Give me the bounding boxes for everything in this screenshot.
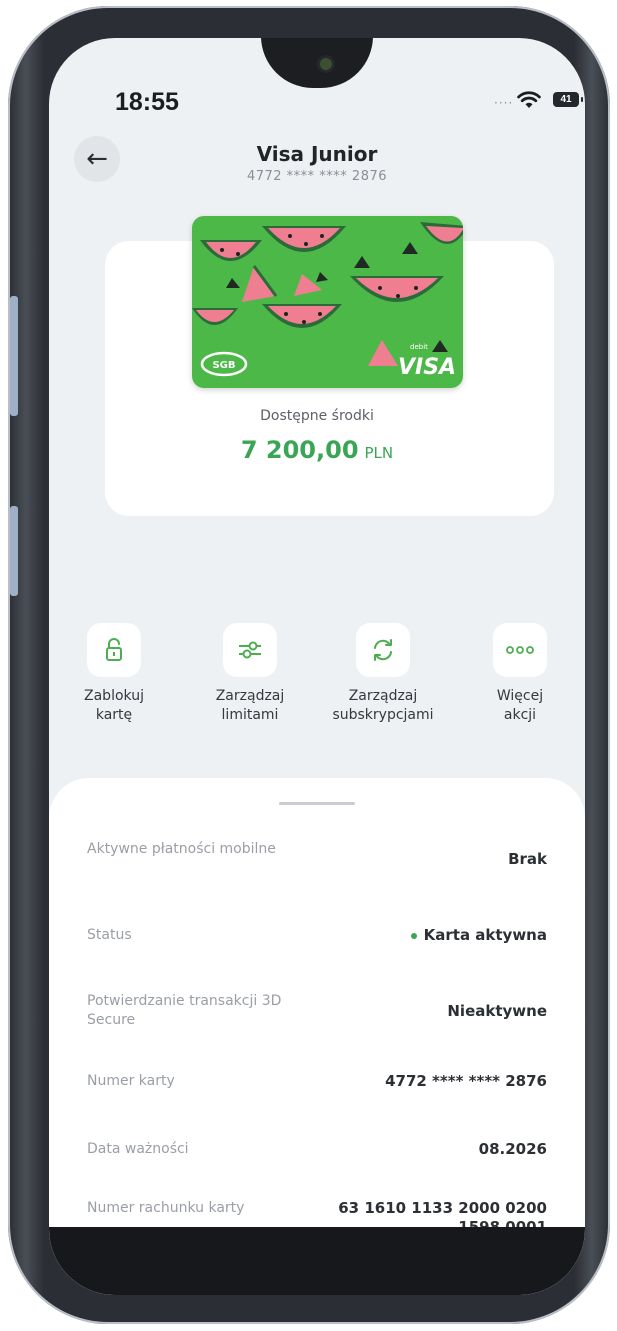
sheet-grabber[interactable] xyxy=(279,802,355,805)
card-image[interactable]: SGB debit VISA xyxy=(192,216,463,388)
power-button xyxy=(10,506,18,596)
detail-value: 08.2026 xyxy=(478,1140,547,1158)
status-time: 18:55 xyxy=(115,88,179,116)
balance-currency: PLN xyxy=(364,444,394,462)
balance-label: Dostępne środki xyxy=(260,408,374,424)
watermelon-card-art: SGB debit VISA xyxy=(192,216,463,388)
status-value: Karta aktywna xyxy=(423,926,547,944)
page-title: Visa Junior xyxy=(256,142,378,166)
detail-value: 63 1610 1133 2000 0200 1598 0001 xyxy=(338,1199,547,1229)
volume-button xyxy=(10,296,18,416)
balance-amount: 7 200,00 xyxy=(240,436,359,464)
action-label-line: Zablokuj xyxy=(84,688,144,704)
card-number-subtitle: 4772 **** **** 2876 xyxy=(246,169,388,184)
phone-frame: 18:55 ···· 41 ← Visa Junior 4772 **** **… xyxy=(8,6,610,1324)
status-dot-icon xyxy=(410,932,417,939)
more-dots-icon xyxy=(506,646,534,654)
manage-limits-button[interactable]: Zarządzaj limitami xyxy=(183,623,317,725)
detail-label: Numer karty xyxy=(87,1073,175,1089)
home-indicator[interactable] xyxy=(237,1259,397,1264)
bank-logo: SGB xyxy=(212,360,235,371)
action-label-line: kartę xyxy=(95,707,133,723)
card-type-label: debit xyxy=(410,343,428,351)
detail-value: Nieaktywne xyxy=(447,1002,547,1020)
app-screen: 18:55 ···· 41 ← Visa Junior 4772 **** **… xyxy=(49,38,585,1295)
block-card-button[interactable]: Zablokuj kartę xyxy=(49,623,181,725)
detail-value: Brak xyxy=(508,850,547,868)
wifi-icon xyxy=(517,91,541,108)
more-actions-button[interactable]: Więcej akcji xyxy=(453,623,585,725)
action-label-line: Zarządzaj xyxy=(215,688,285,704)
action-label-line: subskrypcjami xyxy=(332,707,434,723)
visa-logo: VISA xyxy=(398,355,456,380)
refresh-icon xyxy=(374,639,392,661)
signal-icon: ···· xyxy=(494,96,514,110)
detail-label: Data ważności xyxy=(87,1141,189,1157)
action-label-line: Więcej xyxy=(496,688,544,704)
lock-open-icon xyxy=(106,638,122,661)
battery-icon: 41 xyxy=(553,92,583,107)
detail-value: Karta aktywna xyxy=(410,926,547,944)
balance-value: 7 200,00 PLN xyxy=(49,436,585,464)
action-label-line: akcji xyxy=(503,707,537,723)
account-number-line: 63 1610 1133 2000 0200 xyxy=(338,1199,547,1217)
detail-label: Numer rachunku karty xyxy=(87,1200,245,1216)
action-label-line: Zarządzaj xyxy=(348,688,418,704)
sliders-icon xyxy=(239,641,261,659)
camera-icon xyxy=(320,58,332,70)
manage-subscriptions-button[interactable]: Zarządzaj subskrypcjami xyxy=(316,623,450,725)
detail-label: Potwierdzanie transakcji 3D Secure xyxy=(87,993,282,1028)
detail-label: Aktywne płatności mobilne xyxy=(87,841,276,857)
detail-value: 4772 **** **** 2876 xyxy=(385,1072,547,1090)
details-sheet[interactable]: Aktywne płatności mobilne Brak Status Ka… xyxy=(49,778,585,1295)
detail-label: Status xyxy=(87,927,132,943)
detail-row-account-number[interactable]: Numer rachunku karty 63 1610 1133 2000 0… xyxy=(87,1199,547,1229)
action-label-line: limitami xyxy=(221,707,279,723)
